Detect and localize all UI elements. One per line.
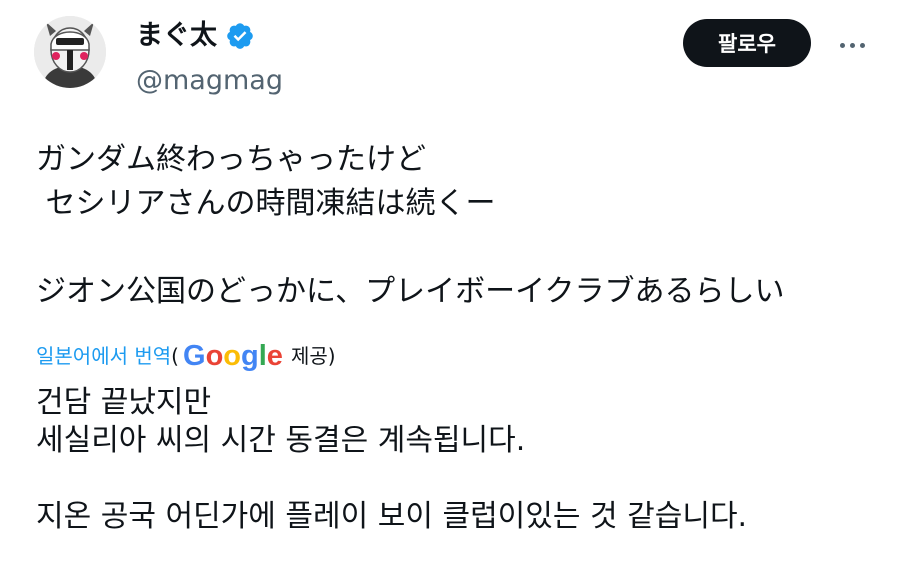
follow-button[interactable]: 팔로우 [683, 19, 811, 67]
more-options-icon[interactable] [830, 30, 874, 60]
more-dot [859, 42, 865, 48]
translation-attribution: 일본어에서 번역 ( Google 제공) [36, 338, 336, 374]
avatar[interactable] [34, 16, 106, 88]
google-logo: Google [183, 340, 283, 372]
open-paren: ( [171, 344, 179, 368]
more-dot [849, 42, 855, 48]
author-name-row: まぐ太 [136, 19, 255, 53]
svg-text:Google: Google [183, 340, 283, 372]
tweet-text: ガンダム終わっちゃったけど セシリアさんの時間凍結は続くー ジオン公国のどっかに… [36, 142, 785, 309]
translation-provider-suffix: 제공) [290, 344, 336, 368]
verified-badge-icon[interactable] [225, 21, 255, 51]
avatar-image [34, 16, 106, 88]
translated-text: 건담 끝났지만 세실리아 씨의 시간 동결은 계속됩니다. 지온 공국 어딘가에… [36, 385, 748, 534]
author-display-name[interactable]: まぐ太 [136, 19, 217, 53]
more-dot [839, 42, 845, 48]
author-handle[interactable]: @magmag [136, 64, 283, 98]
translate-link[interactable]: 일본어에서 번역 [36, 338, 171, 374]
